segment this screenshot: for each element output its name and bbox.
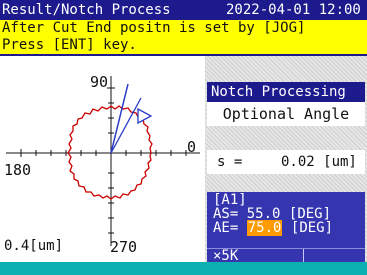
- axis-label-0: 0: [187, 138, 197, 156]
- end-angle-value[interactable]: 75.0: [246, 220, 283, 236]
- mode-box: Notch Processing Optional Angle: [207, 82, 365, 126]
- roundness-plot: 90 0 180 270 0.4[um]: [0, 56, 205, 262]
- title-bar: Result/Notch Process 2022-04-01 12:00: [0, 0, 367, 20]
- cut-start-line: [110, 97, 142, 154]
- end-angle-unit: [DEG]: [290, 220, 334, 236]
- step-box: s = 0.02 [um]: [207, 150, 365, 174]
- function-key-bar: [0, 262, 367, 275]
- end-angle-row: AE= 75.0 [DEG]: [213, 220, 334, 236]
- end-angle-label: AE=: [213, 220, 239, 236]
- step-value: 0.02 [um]: [281, 154, 357, 170]
- angle-box: [A1] AS= 55.0 [DEG] AE= 75.0 [DEG] ×5K: [207, 192, 365, 263]
- instruction-line-2: Press [ENT] key.: [0, 37, 367, 54]
- instruction-line-1: After Cut End positn is set by [JOG]: [0, 20, 367, 37]
- angle-section-label: [A1]: [213, 192, 247, 208]
- start-angle-row: AS= 55.0 [DEG]: [213, 207, 331, 221]
- direction-triangle-icon: [137, 107, 153, 125]
- mode-subtitle: Optional Angle: [222, 105, 350, 123]
- divider: [303, 249, 304, 263]
- axis-label-90: 90: [90, 73, 109, 91]
- step-label: s =: [217, 154, 243, 170]
- date-time: 2022-04-01 12:00: [226, 2, 361, 18]
- info-panel: Notch Processing Optional Angle s = 0.02…: [205, 56, 367, 263]
- axis-label-270: 270: [110, 238, 138, 256]
- mode-title: Notch Processing: [207, 82, 365, 102]
- screen-title: Result/Notch Process: [2, 2, 171, 18]
- scale-label: 0.4[um]: [4, 238, 64, 254]
- magnification-value: ×5K: [213, 248, 239, 264]
- axis-ticks: [20, 87, 187, 234]
- axis-label-180: 180: [4, 161, 32, 179]
- magnification-row: ×5K: [207, 248, 365, 263]
